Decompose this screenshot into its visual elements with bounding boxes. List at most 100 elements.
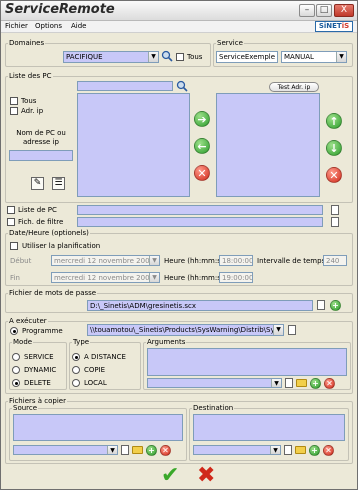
type-copie-label: COPIE xyxy=(84,366,106,374)
source-legend: Source xyxy=(13,404,38,412)
type-distance-radio[interactable] xyxy=(72,353,80,361)
nom-pc-input[interactable] xyxy=(9,150,73,161)
sinetis-logo: SiNETiS xyxy=(315,21,353,32)
password-file-input[interactable]: D:\_Sinetis\ADM\gresinetis.scx xyxy=(87,300,313,311)
add-icon[interactable]: + xyxy=(309,445,320,456)
file-icon[interactable] xyxy=(285,378,293,388)
domaine-select[interactable]: PACIFIQUE ▼ xyxy=(63,51,159,63)
folder-icon[interactable] xyxy=(296,379,307,387)
debut-date-picker[interactable]: mercredi 12 novembre 2008 ▼ xyxy=(51,255,160,266)
fin-heure-input[interactable]: 19:00:00 xyxy=(219,272,253,283)
menu-aide[interactable]: Aide xyxy=(71,22,86,30)
fin-date-value: mercredi 12 novembre 2008 xyxy=(54,274,154,282)
liste-pc-file-checkbox[interactable] xyxy=(7,206,15,214)
debut-heure-label: Heure (hh:mm:ss) xyxy=(164,257,228,265)
liste-pc-file-input[interactable] xyxy=(77,205,323,215)
folder-icon[interactable] xyxy=(295,446,306,454)
service-mode-value: MANUAL xyxy=(284,53,314,61)
source-list[interactable] xyxy=(13,414,183,441)
chevron-down-icon: ▼ xyxy=(148,52,158,62)
tous-pc-label: Tous xyxy=(21,97,37,105)
available-pc-list[interactable] xyxy=(77,93,190,197)
file-icon[interactable] xyxy=(288,325,296,335)
chevron-down-icon: ▼ xyxy=(149,273,159,282)
menu-fichier[interactable]: Fichier xyxy=(5,22,28,30)
destination-select[interactable]: ▼ xyxy=(193,445,281,455)
remove-icon[interactable]: ✕ xyxy=(194,165,210,181)
type-copie-radio[interactable] xyxy=(72,366,80,374)
tous-pc-checkbox[interactable] xyxy=(10,97,18,105)
service-name-field[interactable]: ServiceExemple xyxy=(216,51,278,63)
menu-options[interactable]: Options xyxy=(35,22,62,30)
close-button[interactable]: X xyxy=(334,4,354,17)
file-icon[interactable] xyxy=(331,205,339,215)
mode-legend: Mode xyxy=(13,338,33,346)
file-icon[interactable] xyxy=(317,300,325,310)
fin-date-picker[interactable]: mercredi 12 novembre 2008 ▼ xyxy=(51,272,160,283)
fin-heure-value: 19:00:00 xyxy=(222,274,253,282)
programme-select[interactable]: \\touamotou\_Sinetis\Products\SysWarning… xyxy=(87,324,284,336)
debut-heure-input[interactable]: 18:00:00 xyxy=(219,255,253,266)
programme-radio[interactable] xyxy=(10,327,18,335)
add-icon[interactable]: + xyxy=(146,445,157,456)
liste-pc-legend: Liste des PC xyxy=(9,72,52,80)
selected-pc-list[interactable] xyxy=(216,93,320,197)
search-icon[interactable] xyxy=(176,80,188,92)
domaines-legend: Domaines xyxy=(9,39,45,47)
programme-label: Programme xyxy=(22,327,63,335)
arguments-list[interactable] xyxy=(147,348,347,376)
add-icon[interactable]: + xyxy=(330,300,341,311)
mode-service-radio[interactable] xyxy=(12,353,20,361)
pc-search-input[interactable] xyxy=(77,81,173,91)
fin-label: Fin xyxy=(10,274,20,282)
programme-value: \\touamotou\_Sinetis\Products\SysWarning… xyxy=(90,326,284,334)
delete-icon[interactable]: ✕ xyxy=(324,378,335,389)
chevron-down-icon: ▼ xyxy=(336,52,346,62)
executer-legend: A exécuter xyxy=(9,317,47,325)
tous-domaines-checkbox[interactable] xyxy=(176,53,184,61)
domaine-value: PACIFIQUE xyxy=(66,53,103,61)
search-icon[interactable] xyxy=(161,50,173,62)
filtre-file-label: Fich. de filtre xyxy=(18,218,64,226)
file-icon[interactable] xyxy=(331,217,339,227)
type-local-radio[interactable] xyxy=(72,379,80,387)
cancel-button[interactable]: ✖ xyxy=(197,465,215,487)
edit-icon[interactable]: ✎ xyxy=(31,177,44,190)
arrow-right-icon[interactable]: ➔ xyxy=(194,111,210,127)
arrow-up-icon[interactable]: ↑ xyxy=(326,113,342,129)
planification-checkbox[interactable] xyxy=(10,242,18,250)
source-select[interactable]: ▼ xyxy=(13,445,118,455)
edit-list-icon[interactable]: ☰ xyxy=(52,177,65,190)
add-icon[interactable]: + xyxy=(310,378,321,389)
intervalle-input[interactable]: 240 xyxy=(323,255,347,266)
adr-ip-checkbox[interactable] xyxy=(10,107,18,115)
delete-icon[interactable]: ✕ xyxy=(323,445,334,456)
arguments-select[interactable]: ▼ xyxy=(147,378,282,388)
destination-legend: Destination xyxy=(193,404,234,412)
maximize-button[interactable]: □ xyxy=(316,4,332,17)
password-file-legend: Fichier de mots de passe xyxy=(9,289,97,297)
service-mode-select[interactable]: MANUAL ▼ xyxy=(281,51,347,63)
mode-dynamic-label: DYNAMIC xyxy=(24,366,57,374)
arrow-down-icon[interactable]: ↓ xyxy=(326,140,342,156)
chevron-down-icon: ▼ xyxy=(271,379,281,387)
file-icon[interactable] xyxy=(121,445,129,455)
ok-button[interactable]: ✔ xyxy=(161,465,179,487)
minimize-button[interactable]: – xyxy=(299,4,315,17)
mode-dynamic-radio[interactable] xyxy=(12,366,20,374)
folder-icon[interactable] xyxy=(132,446,143,454)
debut-label: Début xyxy=(10,257,32,265)
service-name-value: ServiceExemple xyxy=(219,53,276,61)
file-icon[interactable] xyxy=(284,445,292,455)
filtre-file-input[interactable] xyxy=(77,217,323,227)
chevron-down-icon: ▼ xyxy=(149,256,159,265)
delete-icon[interactable]: ✕ xyxy=(160,445,171,456)
clear-list-icon[interactable]: ✕ xyxy=(326,167,342,183)
destination-list[interactable] xyxy=(193,414,345,441)
type-legend: Type xyxy=(73,338,90,346)
arrow-left-icon[interactable]: ← xyxy=(194,138,210,154)
test-adr-ip-button[interactable]: Test Adr. ip xyxy=(269,82,319,92)
mode-delete-radio[interactable] xyxy=(12,379,20,387)
type-local-label: LOCAL xyxy=(84,379,107,387)
filtre-file-checkbox[interactable] xyxy=(7,218,15,226)
